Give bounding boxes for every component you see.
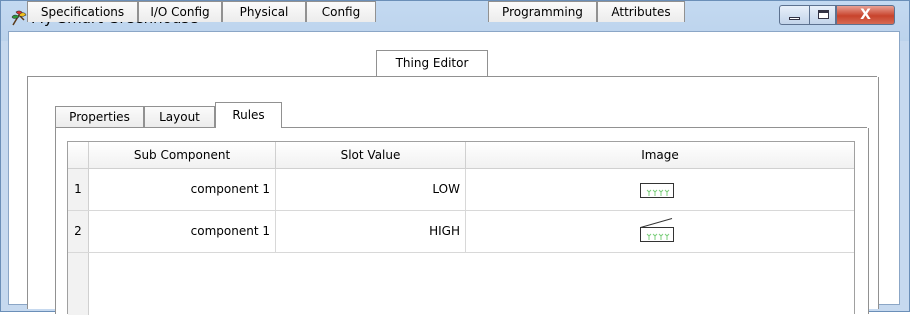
greenhouse-open-icon bbox=[640, 218, 674, 242]
row-number: 2 bbox=[68, 211, 89, 252]
minimize-button[interactable] bbox=[779, 5, 809, 25]
greenhouse-plant-icon bbox=[11, 10, 27, 26]
column-header-sub-component[interactable]: Sub Component bbox=[89, 142, 276, 169]
tab-label: Specifications bbox=[40, 5, 125, 19]
tab-specifications[interactable]: Specifications bbox=[27, 1, 138, 22]
tab-programming[interactable]: Programming bbox=[488, 1, 597, 22]
slot-value-cell[interactable]: LOW bbox=[276, 169, 466, 210]
column-header-image[interactable]: Image bbox=[466, 142, 854, 169]
tab-physical[interactable]: Physical bbox=[222, 1, 306, 22]
maximize-button[interactable] bbox=[809, 5, 836, 25]
close-button[interactable]: X bbox=[836, 5, 895, 25]
image-cell[interactable] bbox=[466, 211, 854, 252]
tab-label: Attributes bbox=[611, 5, 671, 19]
sub-component-cell[interactable]: component 1 bbox=[89, 211, 276, 252]
tab-config[interactable]: Config bbox=[306, 1, 376, 22]
tab-label: Config bbox=[321, 5, 361, 19]
minimize-icon bbox=[789, 17, 800, 20]
tab-thing-editor[interactable]: Thing Editor bbox=[376, 50, 488, 76]
tab-label: I/O Config bbox=[150, 5, 210, 19]
greenhouse-closed-icon bbox=[640, 183, 674, 198]
rules-table[interactable]: Sub Component Slot Value Image 1 compone… bbox=[67, 141, 855, 315]
image-cell[interactable] bbox=[466, 169, 854, 210]
sub-component-cell[interactable]: component 1 bbox=[89, 169, 276, 210]
subtab-label: Rules bbox=[232, 108, 265, 122]
corner-header bbox=[68, 142, 89, 169]
column-header-slot-value[interactable]: Slot Value bbox=[276, 142, 466, 169]
slot-value-cell[interactable]: HIGH bbox=[276, 211, 466, 252]
tab-attributes[interactable]: Attributes bbox=[597, 1, 685, 22]
close-icon: X bbox=[860, 7, 871, 23]
tab-label: Thing Editor bbox=[395, 56, 469, 70]
table-row[interactable]: 2 component 1 HIGH bbox=[68, 211, 854, 253]
tab-label: Physical bbox=[239, 5, 289, 19]
subtab-rules[interactable]: Rules bbox=[215, 102, 282, 128]
subtab-layout[interactable]: Layout bbox=[144, 106, 215, 127]
subtab-label: Properties bbox=[69, 110, 130, 124]
row-number: 1 bbox=[68, 169, 89, 210]
subtab-label: Layout bbox=[159, 110, 200, 124]
tab-label: Programming bbox=[502, 5, 583, 19]
subtab-properties[interactable]: Properties bbox=[55, 106, 144, 127]
table-row[interactable]: 1 component 1 LOW bbox=[68, 169, 854, 211]
tab-io-config[interactable]: I/O Config bbox=[138, 1, 222, 22]
maximize-icon bbox=[818, 10, 829, 19]
